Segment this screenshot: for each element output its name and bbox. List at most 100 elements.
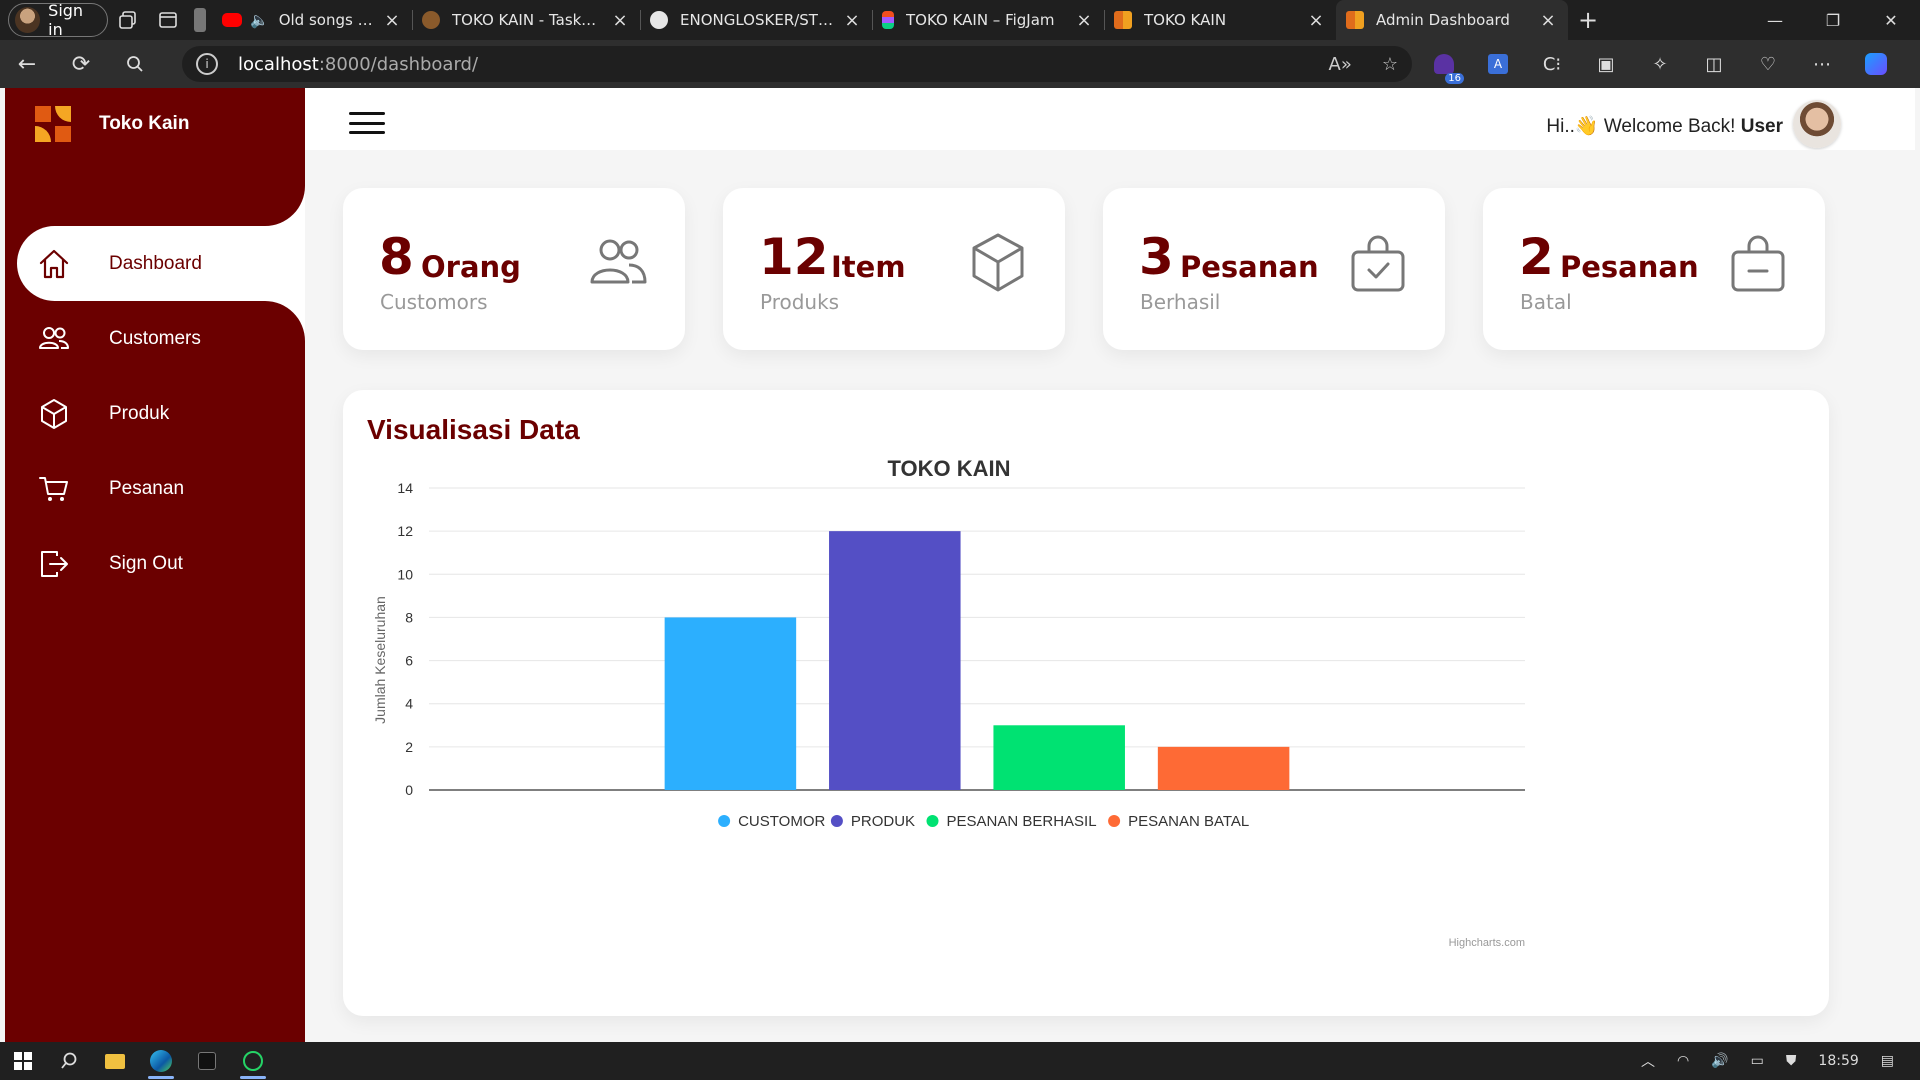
stat-value: 3 [1139, 228, 1174, 286]
windows-start-icon[interactable] [0, 1042, 46, 1080]
greeting-text: Hi.. [1546, 116, 1575, 137]
url-path: :8000/dashboard/ [318, 53, 479, 75]
toko-kain-favicon-icon [1114, 11, 1132, 29]
extension-badge: 16 [1445, 73, 1464, 84]
system-tray: ︿ ◠ 🔊 ▭ ⛊ 18:59 ▤ [1641, 1051, 1920, 1071]
site-info-icon[interactable]: i [196, 53, 218, 75]
close-tab-icon[interactable]: × [610, 10, 630, 31]
sidebar-item-customers[interactable]: Customers [17, 301, 305, 376]
more-menu-icon[interactable]: ⋯ [1810, 52, 1834, 76]
browser-essentials-icon[interactable]: ♡ [1756, 52, 1780, 76]
close-tab-icon[interactable]: × [1306, 10, 1326, 31]
css-extension-icon[interactable]: C⁝ [1540, 52, 1564, 76]
back-icon[interactable]: ← [0, 40, 54, 88]
tab-actions-icon[interactable] [148, 0, 188, 40]
tab-youtube[interactable]: 🔈 Old songs but it's × [212, 0, 412, 40]
notifications-icon[interactable]: ▤ [1881, 1053, 1894, 1069]
chart-bar[interactable] [993, 725, 1125, 790]
url-input[interactable]: i localhost:8000/dashboard/ A» ☆ [182, 46, 1412, 82]
sidebar-item-dashboard[interactable]: Dashboard [17, 226, 305, 301]
restore-icon[interactable]: ❐ [1804, 11, 1862, 30]
users-icon [590, 239, 647, 284]
highcharts-credit[interactable]: Highcharts.com [1449, 937, 1525, 949]
sidebar-item-pesanan[interactable]: Pesanan [17, 451, 305, 526]
home-icon [37, 247, 71, 281]
user-avatar[interactable] [1793, 100, 1841, 148]
sidebar-item-label: Dashboard [109, 252, 202, 274]
battery-icon[interactable]: ▭ [1751, 1053, 1764, 1069]
chart-bar[interactable] [664, 617, 797, 790]
legend-marker[interactable] [830, 815, 843, 827]
translate-icon[interactable]: A [1486, 52, 1510, 76]
main-area: Hi..👋 Welcome Back! User 8 Orang Customo… [305, 88, 1915, 1042]
stat-unit: Orang [421, 250, 521, 284]
edge-browser-icon[interactable] [138, 1042, 184, 1080]
url-host: localhost [238, 53, 319, 75]
tray-overflow-icon[interactable]: ︿ [1641, 1051, 1655, 1071]
tab-admin-dashboard[interactable]: Admin Dashboard × [1336, 0, 1568, 40]
screenshot-icon[interactable]: ▣ [1594, 52, 1618, 76]
extension-icon[interactable]: 16 [1432, 52, 1464, 84]
tab-github[interactable]: ENONGLOSKER/STORE × [640, 0, 872, 40]
cube-icon [972, 233, 1024, 292]
close-window-icon[interactable]: ✕ [1862, 11, 1920, 30]
refresh-icon[interactable]: ⟳ [54, 40, 108, 88]
tab-figjam[interactable]: TOKO KAIN – FigJam × [872, 0, 1104, 40]
stat-unit: Item [831, 250, 906, 284]
sidebar-item-label: Pesanan [109, 477, 185, 499]
tab-toko-kain[interactable]: TOKO KAIN × [1104, 0, 1336, 40]
chart-bar[interactable] [829, 531, 961, 790]
minimize-icon[interactable]: — [1746, 11, 1804, 30]
speaker-icon[interactable]: 🔈 [250, 11, 269, 29]
hamburger-menu-icon[interactable] [349, 112, 385, 134]
brand[interactable]: Toko Kain [35, 106, 189, 142]
taskbar-search-icon[interactable] [46, 1042, 92, 1080]
profile-button[interactable]: Sign in [8, 1, 108, 39]
stat-label: Produks [760, 290, 840, 314]
file-explorer-icon[interactable] [92, 1042, 138, 1080]
legend-item[interactable]: CUSTOMOR [738, 813, 825, 830]
favorite-star-icon[interactable]: ☆ [1382, 54, 1398, 75]
security-shield-icon[interactable]: ⛊ [1786, 1053, 1797, 1069]
terminal-app-icon[interactable] [184, 1042, 230, 1080]
volume-icon[interactable]: 🔊 [1711, 1053, 1728, 1069]
stat-value: 12 [759, 228, 829, 286]
close-tab-icon[interactable]: × [1074, 10, 1094, 31]
wave-icon: 👋 [1574, 116, 1599, 137]
wifi-icon[interactable]: ◠ [1677, 1053, 1689, 1069]
tab-title: TOKO KAIN – FigJam [906, 11, 1055, 29]
cart-icon [37, 472, 71, 506]
github-icon [650, 11, 668, 29]
legend-marker[interactable] [1108, 815, 1121, 827]
legend-item[interactable]: PESANAN BATAL [1128, 813, 1249, 830]
stat-unit: Pesanan [1180, 250, 1319, 284]
close-tab-icon[interactable]: × [382, 10, 402, 31]
y-tick-label: 4 [405, 696, 413, 712]
tab-title: TOKO KAIN - Taskade [452, 11, 604, 29]
close-tab-icon[interactable]: × [842, 10, 862, 31]
clock[interactable]: 18:59 [1818, 1053, 1858, 1069]
workspaces-icon[interactable] [108, 0, 148, 40]
chart-card: Visualisasi Data 0 2 4 6 8 10 12 14 TOKO KAIN J… [343, 390, 1829, 1016]
whatsapp-icon[interactable] [230, 1042, 276, 1080]
search-icon[interactable] [108, 40, 162, 88]
new-tab-icon[interactable]: + [1568, 6, 1608, 34]
sidebar-item-produk[interactable]: Produk [17, 376, 305, 451]
legend-marker[interactable] [718, 815, 731, 827]
toko-kain-logo-icon [35, 106, 71, 142]
chart-bar[interactable] [1157, 746, 1290, 790]
copilot-icon[interactable] [1864, 52, 1888, 76]
legend-item[interactable]: PESANAN BERHASIL [947, 813, 1097, 830]
close-tab-icon[interactable]: × [1538, 10, 1558, 31]
read-aloud-icon[interactable]: A» [1329, 54, 1352, 75]
tab-taskade[interactable]: TOKO KAIN - Taskade × [412, 0, 640, 40]
split-screen-icon[interactable]: ◫ [1702, 52, 1726, 76]
toko-kain-favicon-icon [1346, 11, 1364, 29]
extensions-puzzle-icon[interactable]: ✧ [1648, 52, 1672, 76]
y-tick-label: 0 [405, 782, 413, 798]
legend-item[interactable]: PRODUK [851, 813, 915, 830]
y-tick-label: 10 [397, 566, 413, 582]
sidebar-item-sign-out[interactable]: Sign Out [17, 526, 305, 601]
collapsed-tab-group-icon[interactable] [188, 0, 212, 40]
legend-marker[interactable] [926, 815, 939, 827]
